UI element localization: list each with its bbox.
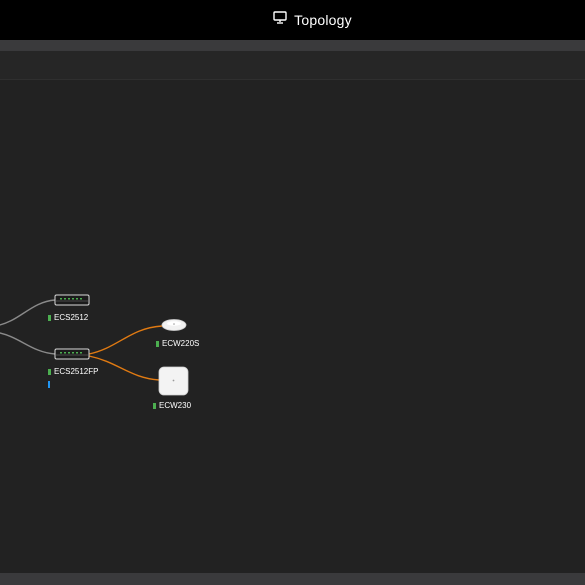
title-bar: Topology (0, 0, 585, 40)
online-status-icon (156, 341, 159, 347)
link-ecs2512fp-ecw220s (88, 325, 163, 355)
link-root-ecs2512fp (0, 332, 56, 355)
toolbar (0, 51, 585, 80)
device-name: ECS2512 (54, 313, 89, 322)
topology-canvas[interactable]: ECS2512 ECS2512FP ECW220S ECW230 (0, 80, 585, 573)
switch-icon[interactable] (54, 348, 90, 360)
online-status-icon (48, 315, 51, 321)
header-divider (0, 40, 585, 51)
port-indicator (48, 381, 50, 388)
monitor-icon (273, 11, 287, 29)
link-root-ecs2512 (0, 299, 56, 326)
link-ecs2512fp-ecw230 (88, 355, 160, 381)
device-label-ecw220s: ECW220S (156, 339, 199, 349)
device-label-ecs2512: ECS2512 (48, 313, 88, 323)
device-name: ECS2512FP (54, 367, 99, 376)
page-title: Topology (294, 12, 352, 28)
switch-icon[interactable] (54, 294, 90, 306)
device-name: ECW230 (159, 401, 192, 410)
topology-page: Topology ECS2512 ECS2512FP ECW220S ECW23… (0, 0, 585, 585)
access-point-icon[interactable] (158, 366, 189, 396)
title-group: Topology (273, 11, 352, 29)
bottom-bar (0, 573, 585, 585)
online-status-icon (48, 369, 51, 375)
device-label-ecw230: ECW230 (153, 401, 191, 411)
device-name: ECW220S (162, 339, 200, 348)
access-point-icon[interactable] (161, 319, 187, 331)
device-label-ecs2512fp: ECS2512FP (48, 367, 98, 377)
online-status-icon (153, 403, 156, 409)
